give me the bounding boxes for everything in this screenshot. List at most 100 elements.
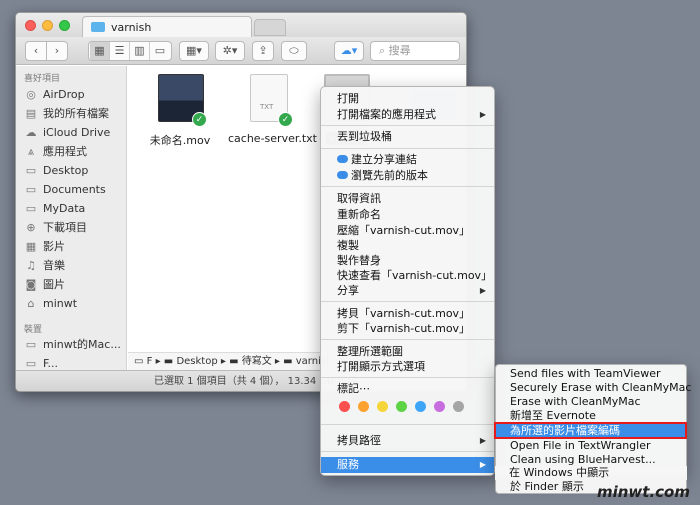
- sidebar-item-label: 影片: [43, 240, 65, 253]
- tag-blue-dot[interactable]: [415, 401, 426, 412]
- service-evernote[interactable]: 新增至 Evernote: [496, 409, 686, 423]
- sidebar-item-mac[interactable]: ▭ minwt的Mac...: [24, 336, 126, 354]
- path-disk-icon: ▭: [134, 356, 147, 367]
- tag-yellow-dot[interactable]: [377, 401, 388, 412]
- folder-icon: [91, 22, 105, 32]
- minimize-button[interactable]: [42, 20, 53, 31]
- menu-item-clean-up-selection[interactable]: 整理所選範圍: [321, 344, 494, 360]
- folder-icon: ▬: [229, 356, 242, 367]
- tab-varnish[interactable]: varnish: [82, 16, 252, 37]
- tag-icon: ⬭: [289, 44, 299, 57]
- tag-button[interactable]: ⬭: [281, 41, 307, 61]
- maximize-button[interactable]: [59, 20, 70, 31]
- menu-item-copy[interactable]: 拷貝「varnish-cut.mov」: [321, 306, 494, 322]
- service-erase[interactable]: Erase with CleanMyMac: [496, 395, 686, 409]
- sidebar-item-downloads[interactable]: ⊕ 下載項目: [24, 219, 126, 237]
- chevron-right-icon: ▸: [274, 356, 284, 367]
- sidebar-devices-header: 裝置: [24, 325, 43, 335]
- path-segment[interactable]: Desktop: [176, 356, 217, 367]
- tag-purple-dot[interactable]: [434, 401, 445, 412]
- menu-item-label: 瀏覽先前的版本: [351, 169, 428, 182]
- sidebar-item-all-files[interactable]: ▤ 我的所有檔案: [24, 105, 126, 123]
- service-blueharvest[interactable]: Clean using BlueHarvest...: [496, 453, 686, 467]
- menu-item-show-view-options[interactable]: 打開顯示方式選項: [321, 359, 494, 375]
- menu-item-cut[interactable]: 剪下「varnish-cut.mov」: [321, 321, 494, 337]
- grid-icon: ▦▾: [186, 44, 202, 57]
- sidebar-item-disk[interactable]: ▭ F...: [24, 355, 126, 370]
- tag-green-dot[interactable]: [396, 401, 407, 412]
- share-button[interactable]: ⇪: [252, 41, 274, 61]
- sidebar-item-label: 音樂: [43, 259, 65, 272]
- menu-item-label: 拷貝路徑: [337, 434, 381, 447]
- tag-orange-dot[interactable]: [358, 401, 369, 412]
- view-mode-control[interactable]: ▦ ☰ ▥ ▭: [88, 41, 172, 61]
- path-segment[interactable]: F: [147, 356, 153, 367]
- movies-icon: ▦: [25, 240, 37, 253]
- list-view-icon[interactable]: ☰: [110, 42, 130, 60]
- menu-item-open-with[interactable]: 打開檔案的應用程式 ▶: [321, 107, 494, 123]
- menu-item-open[interactable]: 打開: [321, 91, 494, 107]
- menu-separator: [321, 377, 494, 378]
- applications-icon: ⩓: [27, 145, 35, 158]
- menu-item-make-alias[interactable]: 製作替身: [321, 253, 494, 269]
- menu-item-services[interactable]: 服務 ▶: [321, 457, 494, 473]
- home-icon: ⌂: [27, 297, 35, 310]
- tag-gray-dot[interactable]: [453, 401, 464, 412]
- services-submenu: Send files with TeamViewer Securely Eras…: [494, 364, 691, 476]
- menu-item-browse-versions[interactable]: 瀏覽先前的版本: [321, 168, 494, 184]
- menu-item-create-share-link[interactable]: 建立分享連結: [321, 152, 494, 168]
- action-button[interactable]: ✲▾: [215, 41, 245, 61]
- sidebar-item-pictures[interactable]: ◙ 圖片: [24, 276, 126, 294]
- service-secure-erase[interactable]: Securely Erase with CleanMyMac: [496, 381, 691, 395]
- file-item[interactable]: ✓ 未命名.mov: [140, 74, 220, 154]
- chevron-right-icon: ▸: [220, 356, 230, 367]
- sidebar-item-desktop[interactable]: ▭ Desktop: [24, 162, 126, 180]
- menu-item-get-info[interactable]: 取得資訊: [321, 191, 494, 207]
- title-bar[interactable]: varnish: [16, 13, 466, 37]
- file-item[interactable]: TXT ✓ cache-server.txt: [228, 74, 317, 154]
- menu-item-quick-look[interactable]: 快速查看「varnish-cut.mov」: [321, 268, 494, 284]
- menu-item-compress[interactable]: 壓縮「varnish-cut.mov」: [321, 223, 494, 239]
- sidebar-item-icloud-drive[interactable]: ☁ iCloud Drive: [24, 124, 126, 142]
- submenu-arrow-icon: ▶: [479, 436, 486, 445]
- sidebar-item-documents[interactable]: ▭ Documents: [24, 181, 126, 199]
- search-input[interactable]: ⌕ 搜尋: [370, 41, 460, 61]
- highlight-box: [494, 422, 687, 439]
- menu-item-tags[interactable]: 標記⋯: [321, 381, 494, 397]
- sidebar-item-label: iCloud Drive: [43, 126, 111, 139]
- sidebar-item-movies[interactable]: ▦ 影片: [24, 238, 126, 256]
- column-view-icon[interactable]: ▥: [130, 42, 150, 60]
- sidebar-item-applications[interactable]: ⩓ 應用程式: [24, 143, 126, 161]
- service-show-in-windows[interactable]: 在 Windows 中顯示: [495, 466, 687, 480]
- tag-red-dot[interactable]: [339, 401, 350, 412]
- disk-icon: ▭: [25, 357, 37, 370]
- cloud-icon: ☁▾: [340, 44, 358, 57]
- sidebar-item-mydata[interactable]: ▭ MyData: [24, 200, 126, 218]
- sidebar-item-label: 下載項目: [43, 221, 87, 234]
- menu-item-label: 分享: [337, 284, 359, 297]
- icloud-button[interactable]: ☁▾: [334, 41, 364, 61]
- sidebar-item-label: minwt: [43, 297, 78, 310]
- forward-button[interactable]: ›: [46, 41, 68, 61]
- chevron-left-icon: ‹: [33, 44, 39, 57]
- sidebar-item-airdrop[interactable]: ◎ AirDrop: [24, 86, 126, 104]
- menu-item-rename[interactable]: 重新命名: [321, 207, 494, 223]
- sidebar-item-music[interactable]: ♫ 音樂: [24, 257, 126, 275]
- menu-item-copy-path[interactable]: 拷貝路徑 ▶: [321, 433, 494, 449]
- cover-flow-icon[interactable]: ▭: [150, 42, 170, 60]
- menu-item-move-to-trash[interactable]: 丟到垃圾桶: [321, 129, 494, 145]
- service-teamviewer[interactable]: Send files with TeamViewer: [496, 367, 686, 381]
- arrange-button[interactable]: ▦▾: [179, 41, 209, 61]
- documents-icon: ▭: [25, 183, 37, 196]
- icon-view-icon[interactable]: ▦: [90, 42, 110, 60]
- path-segment[interactable]: 待寫文: [242, 356, 272, 367]
- new-tab-button[interactable]: [254, 19, 286, 36]
- close-button[interactable]: [25, 20, 36, 31]
- menu-item-share[interactable]: 分享 ▶: [321, 283, 494, 299]
- service-textwrangler[interactable]: Open File in TextWrangler: [496, 439, 686, 453]
- back-button[interactable]: ‹: [25, 41, 47, 61]
- menu-item-duplicate[interactable]: 複製: [321, 238, 494, 254]
- sidebar-item-label: Desktop: [43, 164, 89, 177]
- icloud-icon: ☁: [25, 126, 37, 139]
- sidebar-item-home[interactable]: ⌂ minwt: [24, 295, 126, 313]
